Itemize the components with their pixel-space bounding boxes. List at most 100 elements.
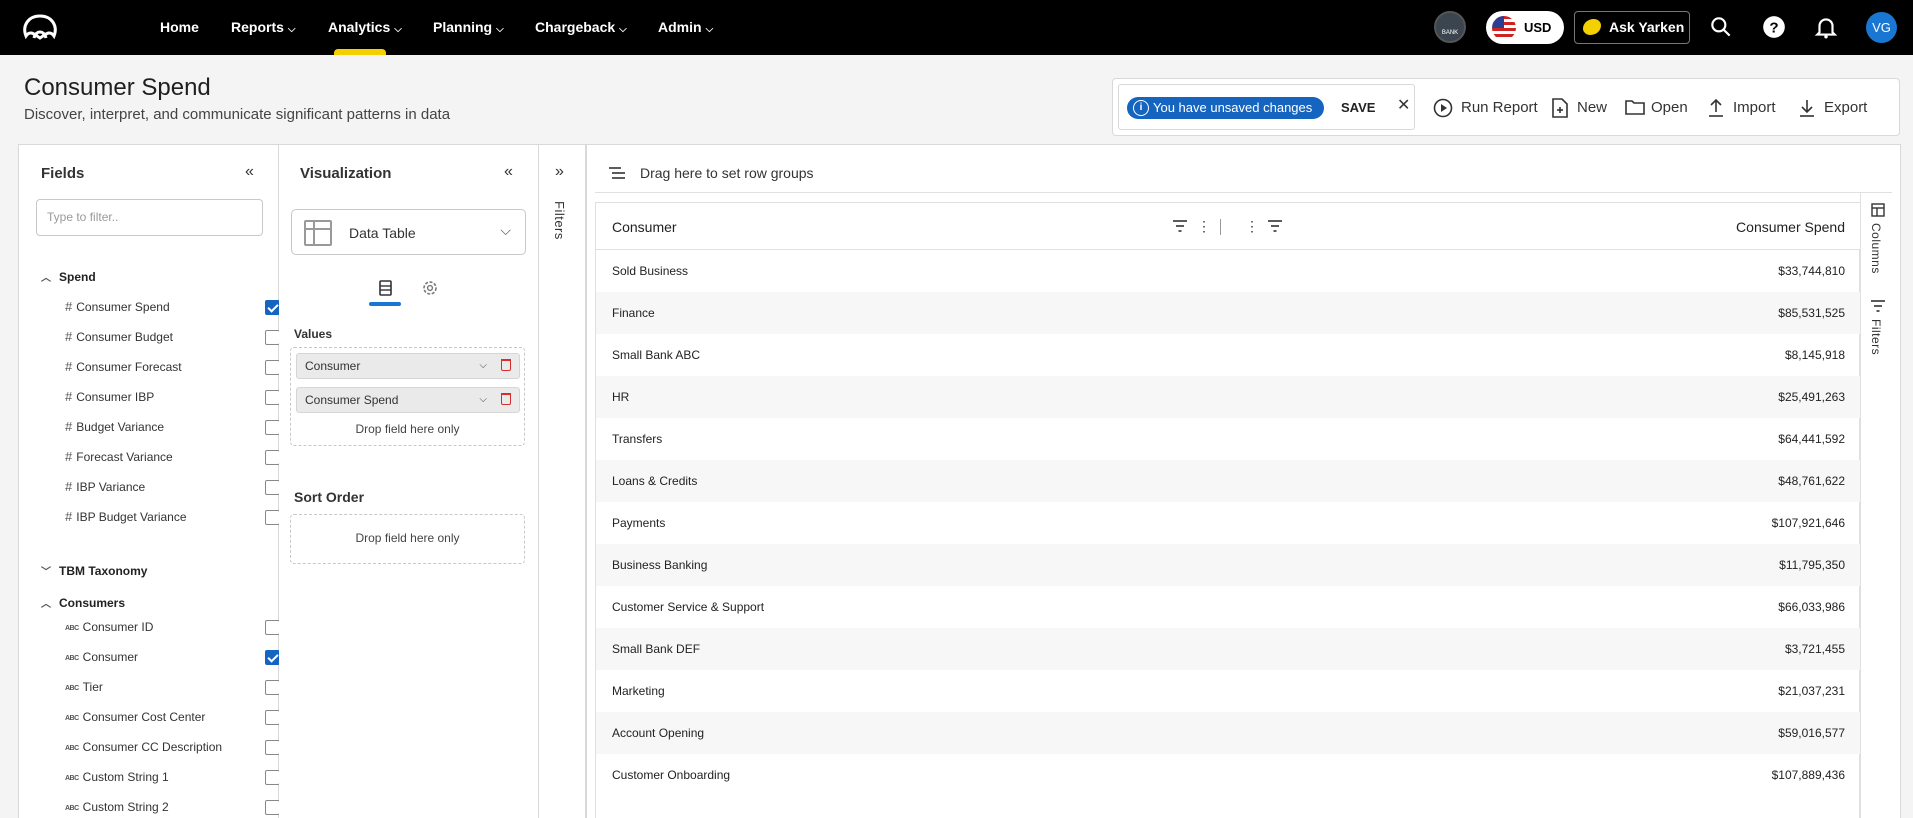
field-item[interactable]: ABC Consumer Cost Center: [65, 707, 280, 727]
field-item[interactable]: ABC Consumer CC Description: [65, 737, 280, 757]
field-checkbox[interactable]: [265, 330, 280, 345]
field-item[interactable]: # Consumer IBP: [65, 387, 280, 407]
table-row[interactable]: Sold Business $33,744,810: [596, 250, 1861, 292]
table-row[interactable]: Payments $107,921,646: [596, 502, 1861, 544]
nav-reports[interactable]: Reports ⌵: [231, 0, 296, 55]
field-checkbox[interactable]: [265, 800, 280, 815]
column-menu-icon[interactable]: ⋮: [1197, 219, 1211, 233]
table-row[interactable]: Customer Onboarding $107,889,436: [596, 754, 1861, 796]
field-checkbox[interactable]: [265, 510, 280, 525]
field-checkbox[interactable]: [265, 710, 280, 725]
field-item[interactable]: # Forecast Variance: [65, 447, 280, 467]
table-row[interactable]: Small Bank ABC $8,145,918: [596, 334, 1861, 376]
field-checkbox[interactable]: [265, 420, 280, 435]
field-checkbox[interactable]: [265, 620, 280, 635]
columns-icon[interactable]: [1871, 203, 1885, 217]
filters-strip[interactable]: » Filters: [539, 144, 586, 818]
open-button[interactable]: Open: [1625, 97, 1688, 119]
table-row[interactable]: Account Opening $59,016,577: [596, 712, 1861, 754]
field-checkbox[interactable]: [265, 770, 280, 785]
filter-icon[interactable]: [1268, 219, 1282, 233]
field-checkbox[interactable]: [265, 680, 280, 695]
table-row[interactable]: Small Bank DEF $3,721,455: [596, 628, 1861, 670]
group-tbm-taxonomy[interactable]: ﹀ TBM Taxonomy: [41, 563, 147, 579]
number-field-icon: #: [65, 509, 73, 524]
nav-analytics[interactable]: Analytics ⌵: [328, 0, 402, 55]
field-item[interactable]: ABC Consumer ID: [65, 617, 280, 637]
field-checkbox[interactable]: [265, 480, 280, 495]
import-button[interactable]: Import: [1707, 97, 1776, 119]
row-group-drop-zone[interactable]: Drag here to set row groups: [595, 153, 1892, 193]
bank-icon[interactable]: BANK: [1434, 11, 1466, 43]
info-icon: i: [1133, 100, 1149, 116]
fields-filter-input[interactable]: Type to filter..: [36, 199, 263, 236]
filter-icon[interactable]: [1173, 219, 1187, 233]
field-checkbox[interactable]: [265, 650, 280, 665]
values-drop-zone[interactable]: Consumer ⌵ Consumer Spend ⌵ Drop field her…: [290, 347, 525, 446]
visualization-type-select[interactable]: Data Table ⌵: [291, 209, 526, 255]
field-checkbox[interactable]: [265, 390, 280, 405]
avatar[interactable]: VG: [1866, 12, 1897, 43]
table-row[interactable]: Business Banking $11,795,350: [596, 544, 1861, 586]
field-checkbox[interactable]: [265, 740, 280, 755]
value-chip[interactable]: Consumer ⌵: [296, 353, 520, 379]
table-row[interactable]: Transfers $64,441,592: [596, 418, 1861, 460]
play-icon: [1433, 98, 1453, 118]
field-item[interactable]: # IBP Variance: [65, 477, 280, 497]
chevron-down-icon[interactable]: ⌵: [479, 354, 487, 378]
expand-right-icon[interactable]: »: [555, 163, 564, 181]
field-checkbox[interactable]: [265, 450, 280, 465]
help-icon[interactable]: ?: [1761, 14, 1787, 40]
field-item[interactable]: ABC Consumer: [65, 647, 280, 667]
search-icon[interactable]: [1708, 14, 1734, 40]
column-menu-icon[interactable]: ⋮: [1245, 219, 1259, 233]
group-spend[interactable]: ︿ Spend: [41, 269, 96, 285]
sort-drop-zone[interactable]: Drop field here only: [290, 514, 525, 564]
column-header-consumer-spend[interactable]: Consumer Spend: [1736, 203, 1845, 251]
nav-chargeback[interactable]: Chargeback ⌵: [535, 0, 627, 55]
collapse-left-icon[interactable]: «: [504, 163, 513, 181]
logo-icon[interactable]: [20, 12, 60, 42]
field-checkbox[interactable]: [265, 300, 280, 315]
close-icon[interactable]: ✕: [1397, 95, 1410, 117]
nav-home[interactable]: Home: [160, 0, 199, 55]
field-item[interactable]: ABC Custom String 2: [65, 797, 280, 817]
top-nav: Home Reports ⌵ Analytics ⌵ Planning ⌵ Charg…: [0, 0, 1913, 55]
trash-icon[interactable]: [501, 359, 511, 371]
table-row[interactable]: Loans & Credits $48,761,622: [596, 460, 1861, 502]
table-row[interactable]: Marketing $21,037,231: [596, 670, 1861, 712]
field-item[interactable]: # Budget Variance: [65, 417, 280, 437]
new-button[interactable]: New: [1551, 97, 1607, 119]
trash-icon[interactable]: [501, 393, 511, 405]
tab-data-icon[interactable]: [370, 278, 400, 300]
table-row[interactable]: HR $25,491,263: [596, 376, 1861, 418]
field-item[interactable]: # Consumer Forecast: [65, 357, 280, 377]
export-button[interactable]: Export: [1798, 97, 1867, 119]
save-button[interactable]: SAVE: [1341, 97, 1375, 119]
group-consumers[interactable]: ︿ Consumers: [41, 595, 125, 611]
table-row[interactable]: Customer Service & Support $66,033,986: [596, 586, 1861, 628]
ask-yarken-button[interactable]: Ask Yarken: [1574, 11, 1690, 44]
filters-side-tab[interactable]: Filters: [1869, 319, 1883, 355]
column-separator[interactable]: [1220, 219, 1221, 235]
chevron-down-icon[interactable]: ⌵: [479, 388, 487, 412]
field-item[interactable]: # Consumer Spend: [65, 297, 280, 317]
nav-planning[interactable]: Planning ⌵: [433, 0, 504, 55]
field-item[interactable]: ABC Custom String 1: [65, 767, 280, 787]
columns-side-tab[interactable]: Columns: [1869, 223, 1883, 274]
run-report-button[interactable]: Run Report: [1433, 97, 1538, 119]
field-item[interactable]: # Consumer Budget: [65, 327, 280, 347]
gear-icon[interactable]: [415, 278, 445, 300]
filter-icon[interactable]: [1871, 299, 1885, 313]
value-chip[interactable]: Consumer Spend ⌵: [296, 387, 520, 413]
field-checkbox[interactable]: [265, 360, 280, 375]
column-header-consumer[interactable]: Consumer: [612, 203, 677, 251]
collapse-left-icon[interactable]: «: [245, 163, 254, 181]
currency-selector[interactable]: USD: [1486, 11, 1564, 44]
nav-admin[interactable]: Admin ⌵: [658, 0, 713, 55]
field-item[interactable]: ABC Tier: [65, 677, 280, 697]
table-row[interactable]: Finance $85,531,525: [596, 292, 1861, 334]
field-item[interactable]: # IBP Budget Variance: [65, 507, 280, 527]
bell-icon[interactable]: [1813, 14, 1839, 40]
cell-consumer-spend: $85,531,525: [1778, 306, 1845, 320]
